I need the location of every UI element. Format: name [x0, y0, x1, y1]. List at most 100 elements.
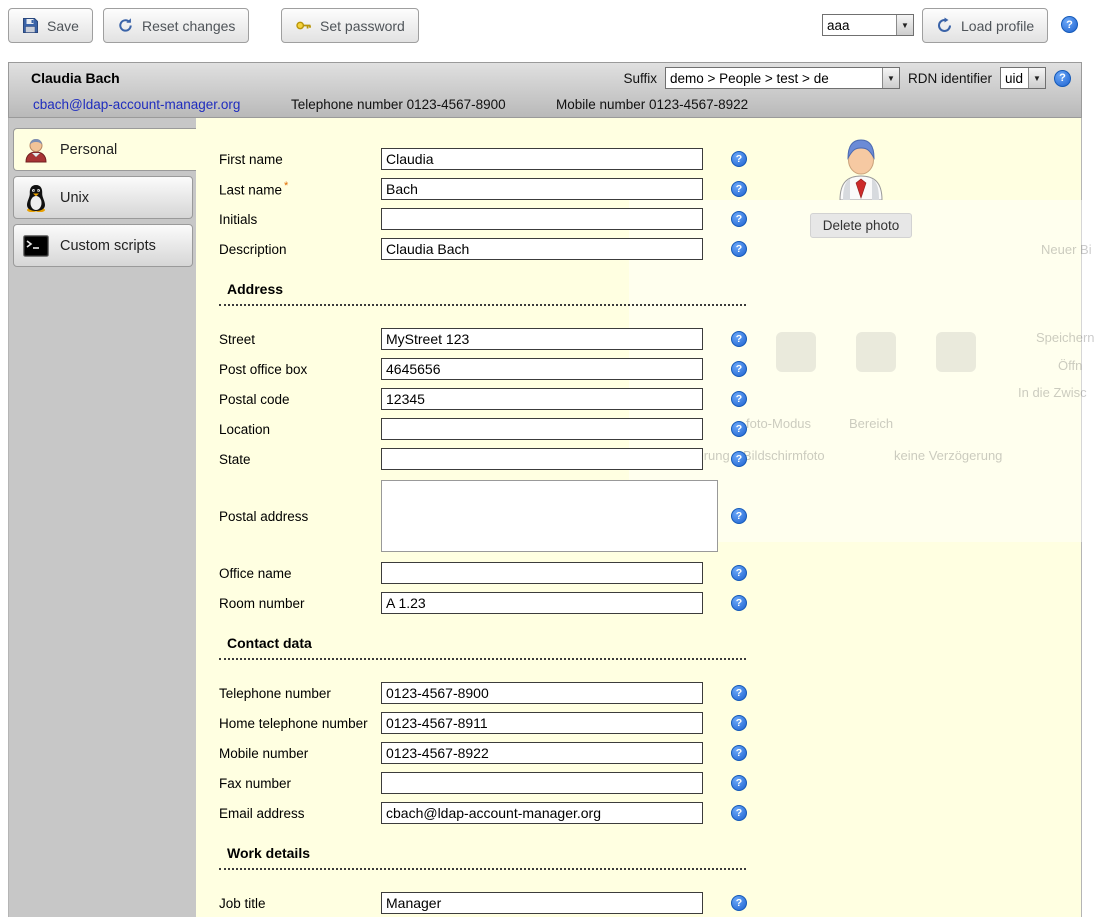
reset-icon: [117, 17, 134, 34]
form-row: Room number?: [219, 588, 1081, 618]
rdn-select[interactable]: uid ▼: [1000, 67, 1046, 89]
postal-address-input[interactable]: [381, 480, 718, 552]
form-row: Home telephone number?: [219, 708, 1081, 738]
dropdown-arrow-icon: ▼: [1028, 68, 1045, 88]
email-address-input[interactable]: [381, 802, 703, 824]
help-icon[interactable]: ?: [731, 805, 747, 821]
office-name-input[interactable]: [381, 562, 703, 584]
load-profile-button[interactable]: Load profile: [922, 8, 1048, 43]
help-icon[interactable]: ?: [1061, 16, 1078, 33]
section-header-work-details: Work details: [219, 842, 746, 870]
tab-personal[interactable]: Personal: [13, 128, 196, 171]
rdn-label: RDN identifier: [908, 71, 992, 86]
field-label: First name: [219, 152, 381, 167]
initials-input[interactable]: [381, 208, 703, 230]
state-input[interactable]: [381, 448, 703, 470]
help-icon[interactable]: ?: [731, 745, 747, 761]
location-input[interactable]: [381, 418, 703, 440]
field-label: Office name: [219, 566, 381, 581]
help-icon[interactable]: ?: [731, 421, 747, 437]
first-name-input[interactable]: [381, 148, 703, 170]
postal-code-input[interactable]: [381, 388, 703, 410]
account-title: Claudia Bach: [31, 70, 120, 86]
save-button[interactable]: Save: [8, 8, 93, 43]
account-header-row1: Claudia Bach Suffix demo > People > test…: [9, 63, 1081, 93]
help-icon[interactable]: ?: [1054, 70, 1071, 87]
personal-form: First name?Last name*?Initials?Descripti…: [219, 144, 1081, 918]
section-header-address: Address: [219, 278, 746, 306]
account-edit-frame: Claudia Bach Suffix demo > People > test…: [8, 62, 1082, 917]
post-office-box-input[interactable]: [381, 358, 703, 380]
help-icon[interactable]: ?: [731, 775, 747, 791]
form-row: First name?: [219, 144, 1081, 174]
help-icon[interactable]: ?: [731, 895, 747, 911]
required-marker: *: [284, 180, 288, 192]
form-row: Fax number?: [219, 768, 1081, 798]
account-header: Claudia Bach Suffix demo > People > test…: [8, 62, 1082, 118]
module-tab-list: Personal Unix Custom scripts: [9, 118, 196, 917]
tab-label: Unix: [60, 190, 89, 206]
form-row: Initials?: [219, 204, 1081, 234]
field-label: Home telephone number: [219, 716, 381, 731]
help-icon[interactable]: ?: [731, 151, 747, 167]
field-label: Description: [219, 242, 381, 257]
help-icon[interactable]: ?: [731, 361, 747, 377]
form-row: Job title?: [219, 888, 1081, 918]
rdn-select-value: uid: [1001, 68, 1028, 88]
job-title-input[interactable]: [381, 892, 703, 914]
form-row: Street?: [219, 324, 1081, 354]
help-icon[interactable]: ?: [731, 685, 747, 701]
account-email-link[interactable]: cbach@ldap-account-manager.org: [33, 97, 240, 112]
home-telephone-number-input[interactable]: [381, 712, 703, 734]
street-input[interactable]: [381, 328, 703, 350]
profile-select-value: aaa: [823, 15, 896, 35]
help-icon[interactable]: ?: [731, 181, 747, 197]
top-toolbar: Save Reset changes Set password aaa ▼ Lo…: [0, 0, 1106, 54]
field-label: Post office box: [219, 362, 381, 377]
help-icon[interactable]: ?: [731, 715, 747, 731]
fax-number-input[interactable]: [381, 772, 703, 794]
help-icon[interactable]: ?: [731, 565, 747, 581]
key-icon: [295, 17, 312, 34]
account-header-row2: cbach@ldap-account-manager.org Telephone…: [9, 93, 1081, 119]
field-label: Job title: [219, 896, 381, 911]
room-number-input[interactable]: [381, 592, 703, 614]
field-label: Initials: [219, 212, 381, 227]
help-icon[interactable]: ?: [731, 595, 747, 611]
user-photo-block: Delete photo: [796, 136, 926, 238]
form-row: Postal code?: [219, 384, 1081, 414]
form-row: Mobile number?: [219, 738, 1081, 768]
form-row: Last name*?: [219, 174, 1081, 204]
help-icon[interactable]: ?: [731, 241, 747, 257]
reset-changes-label: Reset changes: [142, 18, 235, 34]
telephone-number-input[interactable]: [381, 682, 703, 704]
suffix-select[interactable]: demo > People > test > de ▼: [665, 67, 900, 89]
suffix-label: Suffix: [623, 71, 657, 86]
user-photo: [835, 187, 887, 203]
mobile-number-input[interactable]: [381, 742, 703, 764]
last-name-input[interactable]: [381, 178, 703, 200]
form-row: Postal address?: [219, 474, 1081, 558]
form-row: Office name?: [219, 558, 1081, 588]
help-icon[interactable]: ?: [731, 331, 747, 347]
suffix-select-value: demo > People > test > de: [666, 68, 882, 88]
dropdown-arrow-icon: ▼: [882, 68, 899, 88]
profile-select[interactable]: aaa ▼: [822, 14, 914, 36]
set-password-label: Set password: [320, 18, 405, 34]
save-button-label: Save: [47, 18, 79, 34]
personal-panel: ▪ ▪Neuer BiSpeichernÖffnIn die Zwiscfoto…: [196, 118, 1081, 917]
help-icon[interactable]: ?: [731, 508, 747, 524]
set-password-button[interactable]: Set password: [281, 8, 419, 43]
form-row: State?: [219, 444, 1081, 474]
load-profile-label: Load profile: [961, 18, 1034, 34]
tab-custom-scripts[interactable]: Custom scripts: [13, 224, 193, 267]
help-icon[interactable]: ?: [731, 211, 747, 227]
field-label: Location: [219, 422, 381, 437]
description-input[interactable]: [381, 238, 703, 260]
help-icon[interactable]: ?: [731, 391, 747, 407]
delete-photo-button[interactable]: Delete photo: [810, 213, 913, 238]
help-icon[interactable]: ?: [731, 451, 747, 467]
reset-changes-button[interactable]: Reset changes: [103, 8, 249, 43]
form-row: Description?: [219, 234, 1081, 264]
tab-unix[interactable]: Unix: [13, 176, 193, 219]
